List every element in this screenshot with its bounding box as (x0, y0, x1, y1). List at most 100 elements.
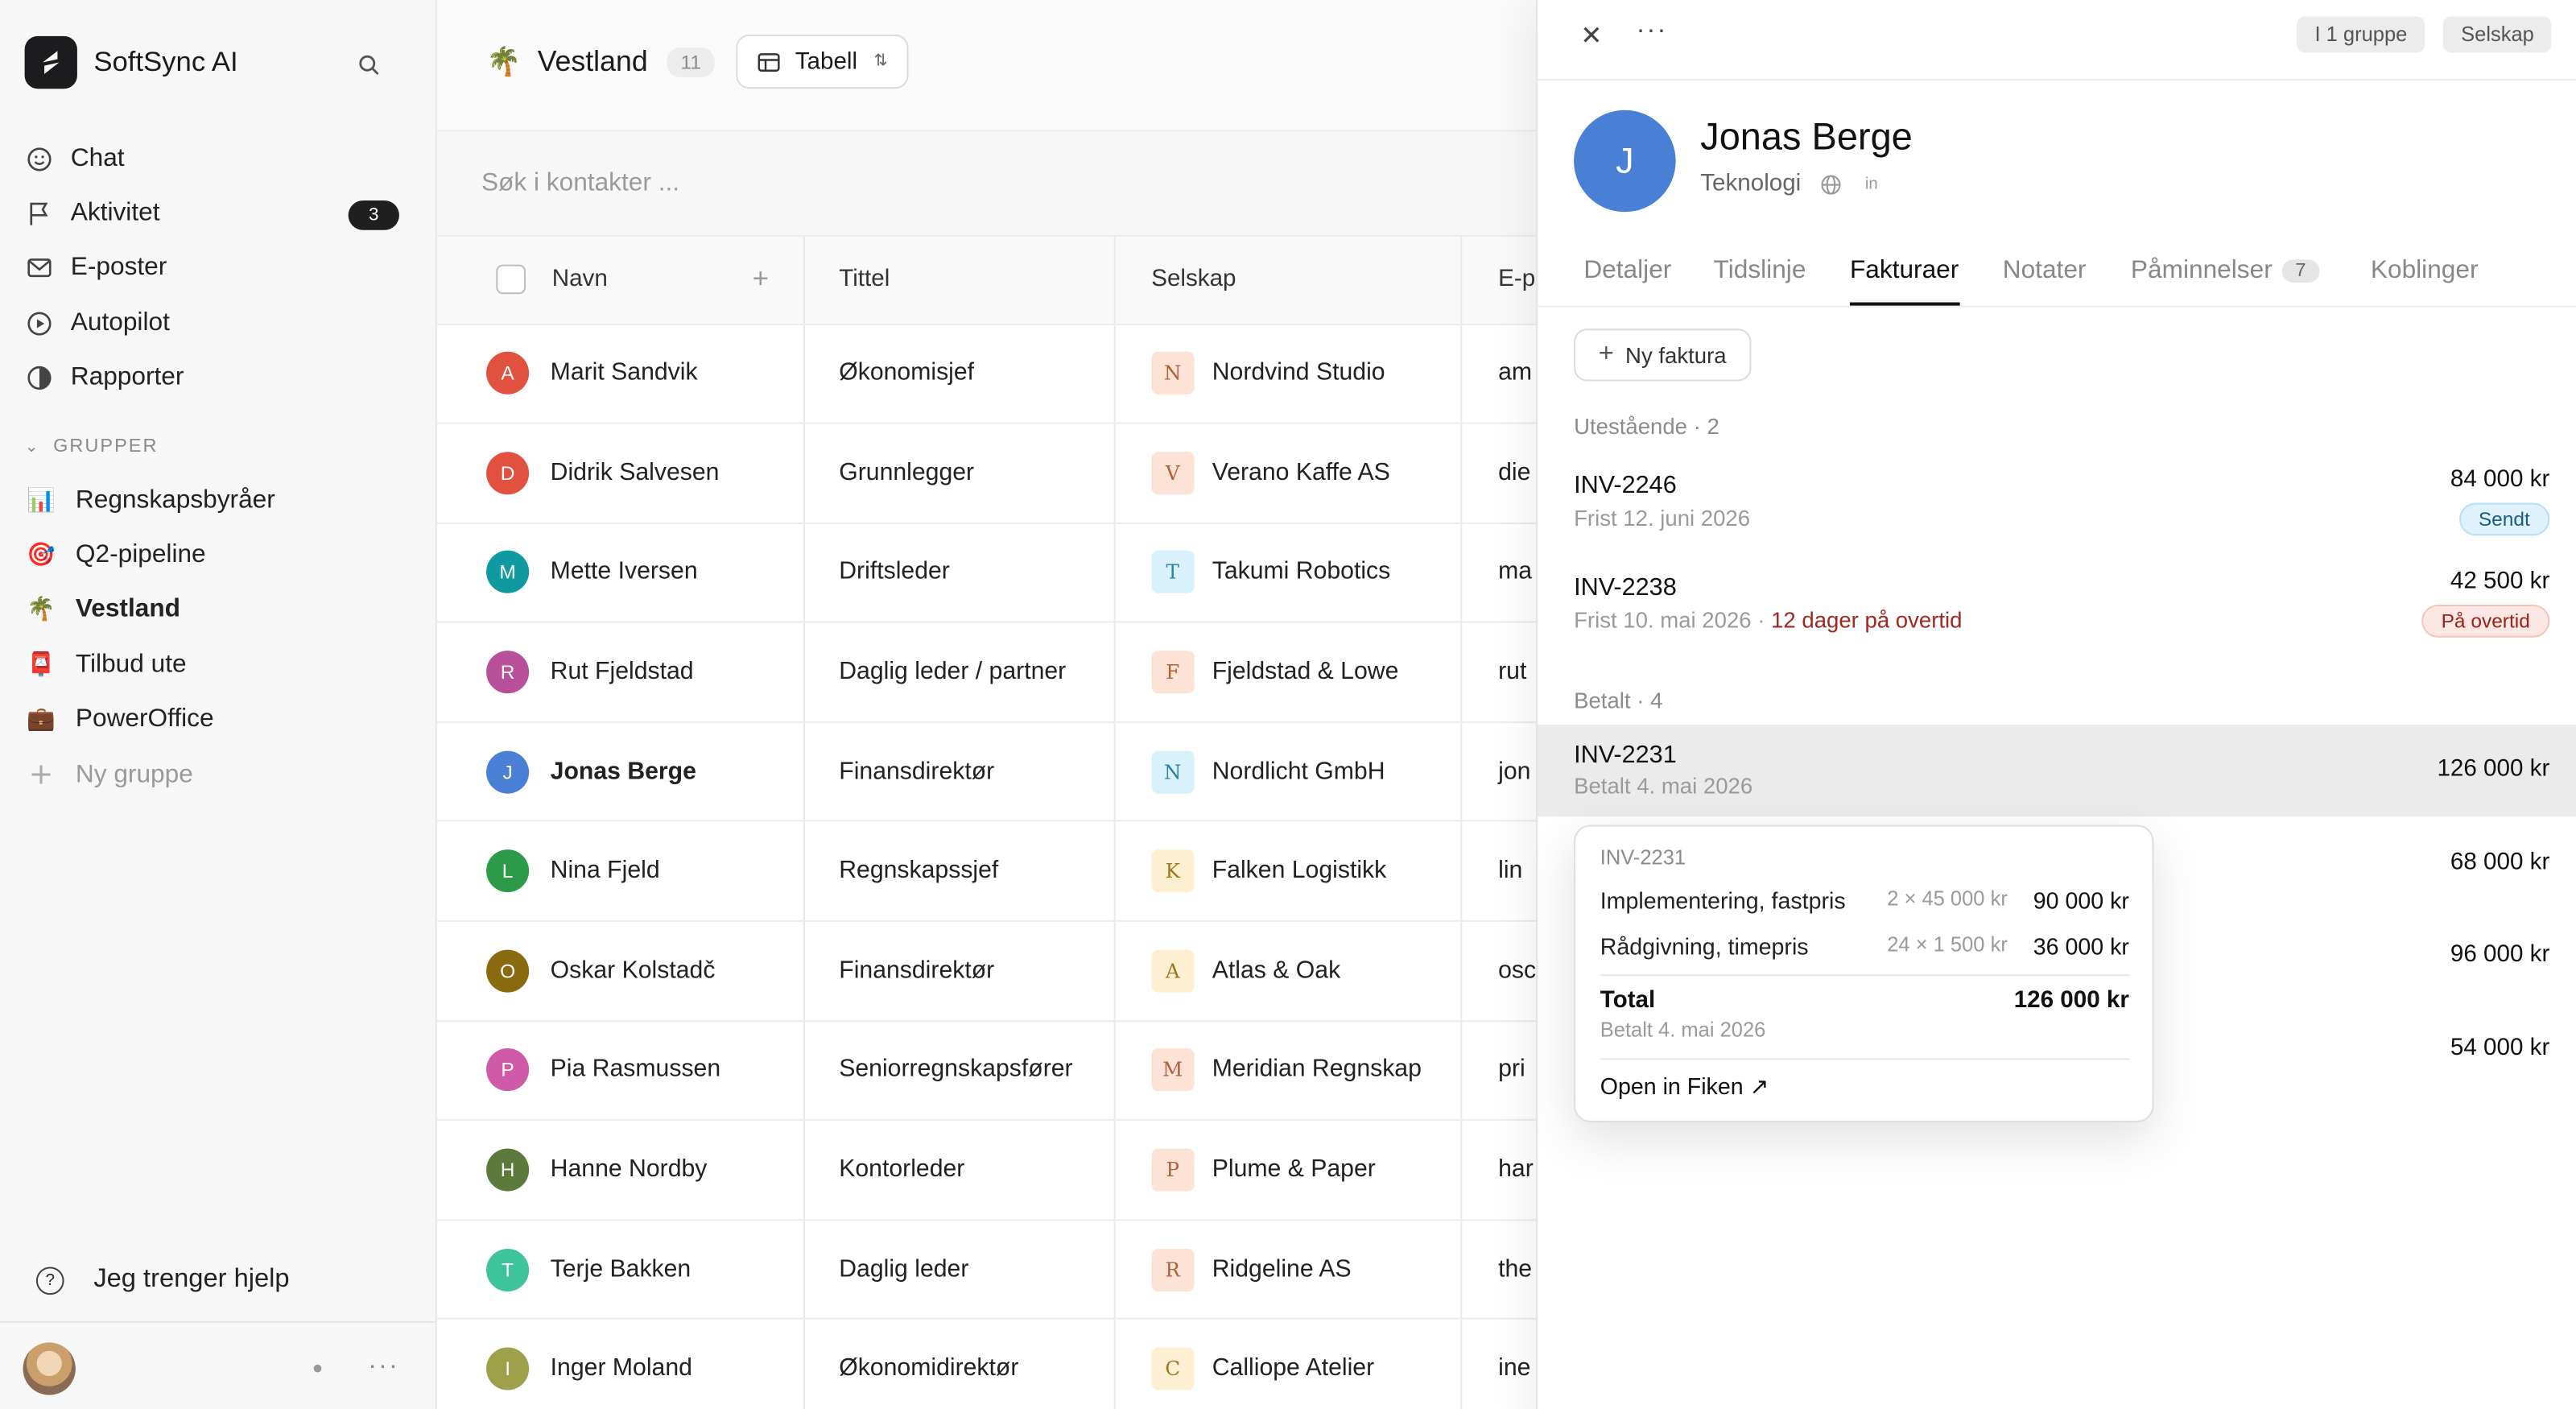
name-cell[interactable]: H Hanne Nordby (436, 1120, 805, 1221)
email-cell[interactable]: har (1461, 1120, 1537, 1221)
tab-tidslinje[interactable]: Tidslinje (1714, 256, 1806, 286)
name-cell[interactable]: A Marit Sandvik (436, 324, 805, 424)
column-header-title[interactable]: Tittel (803, 236, 1116, 325)
table-row[interactable]: T Terje Bakken Daglig leder R Ridgeline AS th… (436, 1219, 1537, 1320)
table-row[interactable]: J Jonas Berge Finansdirektør N Nordlicht Gmb… (436, 721, 1537, 823)
company-logo-icon: C (1151, 1347, 1195, 1390)
title-cell[interactable]: Seniorregnskapsfører (803, 1020, 1116, 1122)
company-cell[interactable]: K Falken Logistikk (1114, 821, 1463, 923)
title-cell[interactable]: Grunnlegger (803, 423, 1116, 524)
nav-item-rapporter[interactable]: Rapporter (0, 350, 437, 405)
view-mode-select[interactable]: Tabell ⇅ (736, 34, 910, 89)
group-item-poweroffice[interactable]: 💼 PowerOffice (0, 692, 437, 747)
name-cell[interactable]: R Rut Fjeldstad (436, 622, 805, 723)
droplet-icon[interactable]: ● (312, 1359, 324, 1378)
company-cell[interactable]: C Calliope Atelier (1114, 1319, 1463, 1409)
table-row[interactable]: R Rut Fjeldstad Daglig leder / partner F Fje… (436, 622, 1537, 723)
tab-detaljer[interactable]: Detaljer (1583, 256, 1671, 286)
add-column-icon[interactable]: + (753, 263, 769, 296)
new-invoice-button[interactable]: + Ny faktura (1574, 328, 1752, 382)
title-cell[interactable]: Driftsleder (803, 523, 1116, 624)
table-row[interactable]: D Didrik Salvesen Grunnlegger V Verano Kaffe… (436, 423, 1537, 524)
select-all-checkbox[interactable] (496, 265, 526, 295)
column-header-email[interactable]: E-p (1461, 236, 1537, 325)
search-icon[interactable] (352, 48, 385, 81)
email-cell[interactable]: the (1461, 1219, 1537, 1320)
title-cell[interactable]: Finansdirektør (803, 721, 1116, 823)
title-cell[interactable]: Økonomisjef (803, 324, 1116, 424)
email-cell[interactable]: am (1461, 324, 1537, 424)
nav-item-e-poster[interactable]: E-poster (0, 241, 437, 295)
email-cell[interactable]: ine (1461, 1319, 1537, 1409)
email-cell[interactable]: jon (1461, 721, 1537, 823)
column-header-company[interactable]: Selskap (1114, 236, 1463, 325)
table-row[interactable]: H Hanne Nordby Kontorleder P Plume & Paper ha… (436, 1120, 1537, 1221)
tab-fakturaer[interactable]: Fakturaer (1850, 256, 1959, 286)
email-cell[interactable]: ma (1461, 523, 1537, 624)
company-cell[interactable]: T Takumi Robotics (1114, 523, 1463, 624)
help-button[interactable]: ? Jeg trenger hjelp (35, 1265, 290, 1295)
more-icon[interactable]: ··· (368, 1353, 399, 1382)
close-icon[interactable]: ✕ (1580, 19, 1602, 52)
title-cell[interactable]: Daglig leder (803, 1219, 1116, 1320)
company-cell[interactable]: A Atlas & Oak (1114, 920, 1463, 1022)
table-row[interactable]: O Oskar Kolstadč Finansdirektør A Atlas & Oa… (436, 920, 1537, 1022)
title-cell[interactable]: Daglig leder / partner (803, 622, 1116, 723)
title-cell[interactable]: Finansdirektør (803, 920, 1116, 1022)
name-cell[interactable]: O Oskar Kolstadč (436, 920, 805, 1022)
company-cell[interactable]: P Plume & Paper (1114, 1120, 1463, 1221)
brand[interactable]: SoftSync AI (24, 35, 238, 89)
user-avatar[interactable] (23, 1342, 76, 1395)
name-cell[interactable]: P Pia Rasmussen (436, 1020, 805, 1122)
table-row[interactable]: P Pia Rasmussen Seniorregnskapsfører M Merid… (436, 1020, 1537, 1122)
column-header-name[interactable]: Navn + (436, 236, 805, 325)
nav-item-chat[interactable]: Chat (0, 131, 437, 186)
globe-icon[interactable] (1821, 173, 1843, 195)
name-cell[interactable]: J Jonas Berge (436, 721, 805, 823)
tab-koblinger[interactable]: Koblinger (2371, 256, 2479, 286)
invoice-row-hovered[interactable]: INV-2231 Betalt 4. mai 2026 126 000 kr (1538, 724, 2576, 817)
name-cell[interactable]: M Mette Iversen (436, 523, 805, 624)
company-cell[interactable]: N Nordvind Studio (1114, 324, 1463, 424)
table-row[interactable]: A Marit Sandvik Økonomisjef N Nordvind Studi… (436, 324, 1537, 424)
name-cell[interactable]: T Terje Bakken (436, 1219, 805, 1320)
nav-item-aktivitet[interactable]: Aktivitet 3 (0, 186, 437, 241)
email-cell[interactable]: osc (1461, 920, 1537, 1022)
linkedin-icon[interactable]: in (1865, 175, 1878, 192)
company-cell[interactable]: V Verano Kaffe AS (1114, 423, 1463, 524)
title-cell[interactable]: Kontorleder (803, 1120, 1116, 1221)
tab-notater[interactable]: Notater (2003, 256, 2087, 286)
company-cell[interactable]: F Fjeldstad & Lowe (1114, 622, 1463, 723)
table-row[interactable]: L Nina Fjeld Regnskapssjef K Falken Logistik… (436, 821, 1537, 923)
tab-paminnelser[interactable]: Påminnelser 7 (2131, 256, 2319, 286)
company-cell[interactable]: R Ridgeline AS (1114, 1219, 1463, 1320)
group-item-regnskapsbyraer[interactable]: 📊 Regnskapsbyråer (0, 473, 437, 528)
active-tab-indicator (1849, 302, 1960, 306)
open-in-fiken-link[interactable]: Open in Fiken ↗ (1600, 1073, 1769, 1101)
email-cell[interactable]: rut (1461, 622, 1537, 723)
company-cell[interactable]: N Nordlicht GmbH (1114, 721, 1463, 823)
table-row[interactable]: I Inger Moland Økonomidirektør C Calliope At… (436, 1319, 1537, 1409)
name-cell[interactable]: I Inger Moland (436, 1319, 805, 1409)
email-cell[interactable]: lin (1461, 821, 1537, 923)
email-cell[interactable]: die (1461, 423, 1537, 524)
name-cell[interactable]: L Nina Fjeld (436, 821, 805, 923)
more-icon[interactable]: ··· (1637, 16, 1668, 46)
email-cell[interactable]: pri (1461, 1020, 1537, 1122)
invoice-row[interactable]: INV-2238 Frist 10. mai 2026 · 12 dager p… (1538, 562, 2576, 654)
new-group-button[interactable]: + Ny gruppe (0, 747, 437, 802)
title-cell[interactable]: Økonomidirektør (803, 1319, 1116, 1409)
group-item-tilbud-ute[interactable]: 📮 Tilbud ute (0, 638, 437, 692)
title-cell[interactable]: Regnskapssjef (803, 821, 1116, 923)
group-item-vestland[interactable]: 🌴 Vestland (0, 583, 437, 638)
table-row[interactable]: M Mette Iversen Driftsleder T Takumi Robotic… (436, 523, 1537, 624)
company-cell[interactable]: M Meridian Regnskap (1114, 1020, 1463, 1122)
group-item-q2-pipeline[interactable]: 🎯 Q2-pipeline (0, 528, 437, 583)
nav-item-autopilot[interactable]: Autopilot (0, 295, 437, 350)
groups-tag[interactable]: I 1 gruppe (2297, 16, 2425, 53)
groups-header[interactable]: ⌄ GRUPPER (25, 437, 159, 457)
name-cell[interactable]: D Didrik Salvesen (436, 423, 805, 524)
invoice-row[interactable]: INV-2246 Frist 12. juni 2026 84 000 kr S… (1538, 460, 2576, 552)
contact-search-input[interactable]: Søk i kontakter ... (436, 131, 1537, 237)
company-tag[interactable]: Selskap (2442, 16, 2553, 53)
